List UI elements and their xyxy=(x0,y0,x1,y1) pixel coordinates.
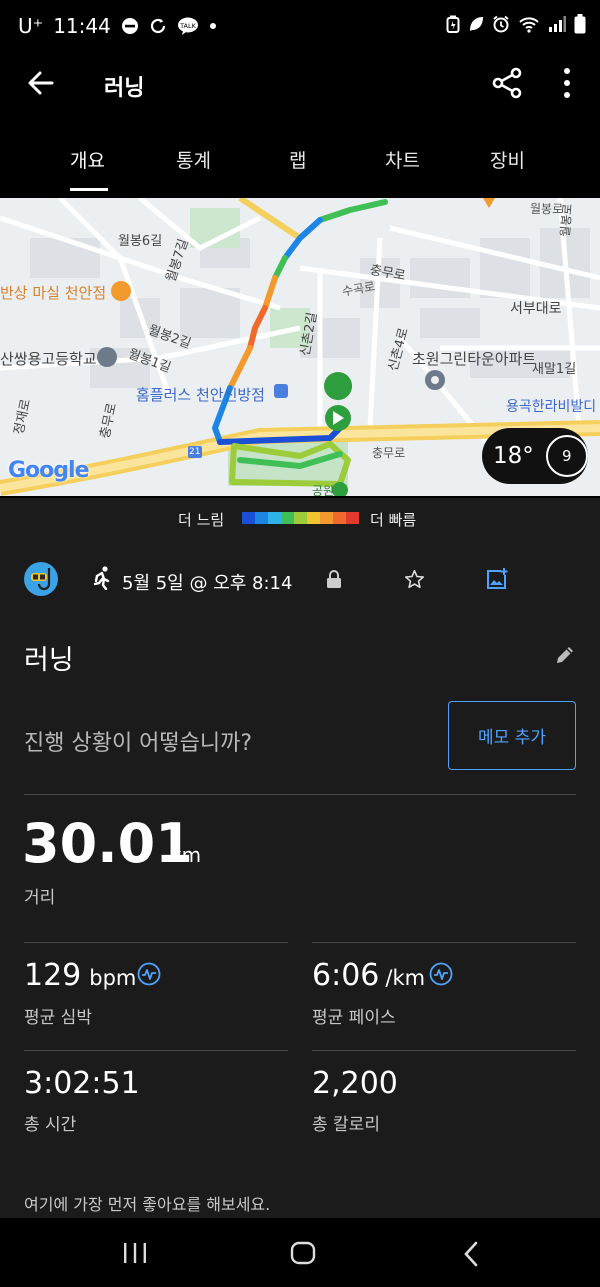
pace-chart-icon[interactable] xyxy=(429,962,453,986)
divider xyxy=(312,942,576,943)
wind-indicator: 9 xyxy=(545,435,588,477)
distance-label: 거리 xyxy=(24,888,56,908)
activity-name: 러닝 xyxy=(24,645,74,676)
battery-saver-icon xyxy=(446,15,460,33)
wifi-icon xyxy=(519,17,539,33)
avg-pace-stat[interactable]: 6:06 /km xyxy=(312,958,425,993)
carrier-label: U⁺ xyxy=(18,14,44,38)
map-label-wolbong-vertical: 월봉로 xyxy=(557,203,575,238)
total-time-label: 총 시간 xyxy=(24,1115,77,1135)
distance-value: 30.01 xyxy=(22,812,193,875)
map-label-chungmu-ro-3: 충무로 xyxy=(372,446,406,460)
activity-details: 5월 5일 @ 오후 8:14 러닝 진행 상황이 어떻습니까? 메모 추가 3… xyxy=(0,538,600,1218)
edit-pencil-icon[interactable] xyxy=(554,644,576,666)
divider xyxy=(24,1050,288,1051)
running-icon xyxy=(93,566,110,590)
tab-laps[interactable]: 랩 xyxy=(289,146,306,173)
divider xyxy=(24,794,576,795)
map-label-wolbong6: 월봉6길 xyxy=(118,234,163,249)
legend-swatch xyxy=(307,512,320,524)
avg-hr-unit: bpm xyxy=(89,966,137,990)
pace-legend: 더 느림 더 빠름 xyxy=(0,498,600,538)
status-bar: U⁺ 11:44 TALK xyxy=(0,0,600,54)
leaf-icon xyxy=(470,17,483,31)
avg-hr-stat[interactable]: 129 bpm xyxy=(24,958,136,993)
status-left: U⁺ 11:44 TALK xyxy=(18,14,217,38)
total-calories-value: 2,200 xyxy=(312,1066,398,1101)
avg-pace-unit: /km xyxy=(385,966,426,990)
clock: 11:44 xyxy=(53,14,111,38)
avg-pace-label: 평균 페이스 xyxy=(312,1008,396,1028)
map-label-restaurant: 반상 마실 천안점 xyxy=(0,284,107,302)
dot-icon xyxy=(209,23,216,29)
avg-hr-value: 129 xyxy=(24,958,82,993)
legend-swatch xyxy=(346,512,359,524)
legend-swatch xyxy=(333,512,346,524)
divider xyxy=(312,1050,576,1051)
home-icon[interactable] xyxy=(290,1241,316,1265)
map-label-park: 공원 xyxy=(312,484,335,496)
pace-gradient-bar xyxy=(242,512,359,524)
legend-swatch xyxy=(281,512,294,524)
system-nav-bar xyxy=(0,1218,600,1287)
activity-date: 5월 5일 @ 오후 8:14 xyxy=(122,573,293,594)
avg-pace-value: 6:06 xyxy=(312,958,380,993)
snorkel-mask-icon xyxy=(31,568,51,591)
recent-apps-icon[interactable] xyxy=(122,1242,148,1264)
legend-fast-label: 더 빠름 xyxy=(370,511,417,529)
legend-swatch xyxy=(320,512,333,524)
alarm-icon xyxy=(493,15,509,33)
progress-question: 진행 상황이 어떻습니까? xyxy=(24,731,253,756)
legend-swatch xyxy=(255,512,268,524)
map-label-yonggok: 용곡한라비발디 xyxy=(506,399,597,415)
weather-temperature: 18° xyxy=(493,443,534,469)
add-photo-icon[interactable] xyxy=(485,567,509,591)
map-label-route21: 21 xyxy=(189,447,201,457)
tab-gear[interactable]: 장비 xyxy=(490,146,525,173)
more-options-icon[interactable] xyxy=(560,66,574,100)
legend-slow-label: 더 느림 xyxy=(178,511,225,529)
avg-hr-label: 평균 심박 xyxy=(24,1008,92,1028)
hr-chart-icon[interactable] xyxy=(137,962,161,986)
page-title: 러닝 xyxy=(104,76,145,101)
distance-unit: km xyxy=(170,843,202,867)
status-right xyxy=(446,14,586,34)
map-label-saemal: 새말1길 xyxy=(532,362,577,377)
sync-icon xyxy=(150,18,165,34)
weather-widget[interactable]: 18° 9 xyxy=(482,428,588,484)
legend-swatch xyxy=(242,512,255,524)
tab-charts[interactable]: 차트 xyxy=(385,146,420,173)
map-label-apartment: 초원그린타운아파트 xyxy=(412,350,537,368)
dnd-icon xyxy=(121,18,138,34)
map-label-homeplus: 홈플러스 천안신방점 xyxy=(136,386,265,404)
add-note-button[interactable]: 메모 추가 xyxy=(448,701,576,770)
lock-icon[interactable] xyxy=(326,569,342,589)
user-avatar[interactable] xyxy=(24,562,58,596)
route-map[interactable]: 월봉로 월봉6길 월봉7길 월봉2길 월봉1길 충무로 수곡로 신촌2길 신촌4… xyxy=(0,198,600,496)
google-logo: Google xyxy=(8,458,89,483)
svg-text:TALK: TALK xyxy=(179,22,197,30)
map-label-school: 산쌍용고등학교 xyxy=(0,350,97,368)
tab-stats[interactable]: 통계 xyxy=(176,146,211,173)
total-time-value: 3:02:51 xyxy=(24,1066,140,1101)
divider xyxy=(24,942,288,943)
map-label-seobudae: 서부대로 xyxy=(510,301,562,317)
active-tab-indicator xyxy=(70,188,108,191)
back-arrow-icon[interactable] xyxy=(26,68,56,98)
tab-overview[interactable]: 개요 xyxy=(70,146,105,173)
legend-swatch xyxy=(268,512,281,524)
battery-icon xyxy=(574,14,586,34)
favorite-star-icon[interactable] xyxy=(404,569,425,590)
share-icon[interactable] xyxy=(490,66,524,100)
talk-icon: TALK xyxy=(177,17,198,35)
total-calories-label: 총 칼로리 xyxy=(312,1115,380,1135)
legend-swatch xyxy=(294,512,307,524)
signal-icon xyxy=(549,16,566,32)
back-nav-icon[interactable] xyxy=(462,1241,480,1267)
like-prompt: 여기에 가장 먼저 좋아요를 해보세요. xyxy=(24,1195,271,1214)
